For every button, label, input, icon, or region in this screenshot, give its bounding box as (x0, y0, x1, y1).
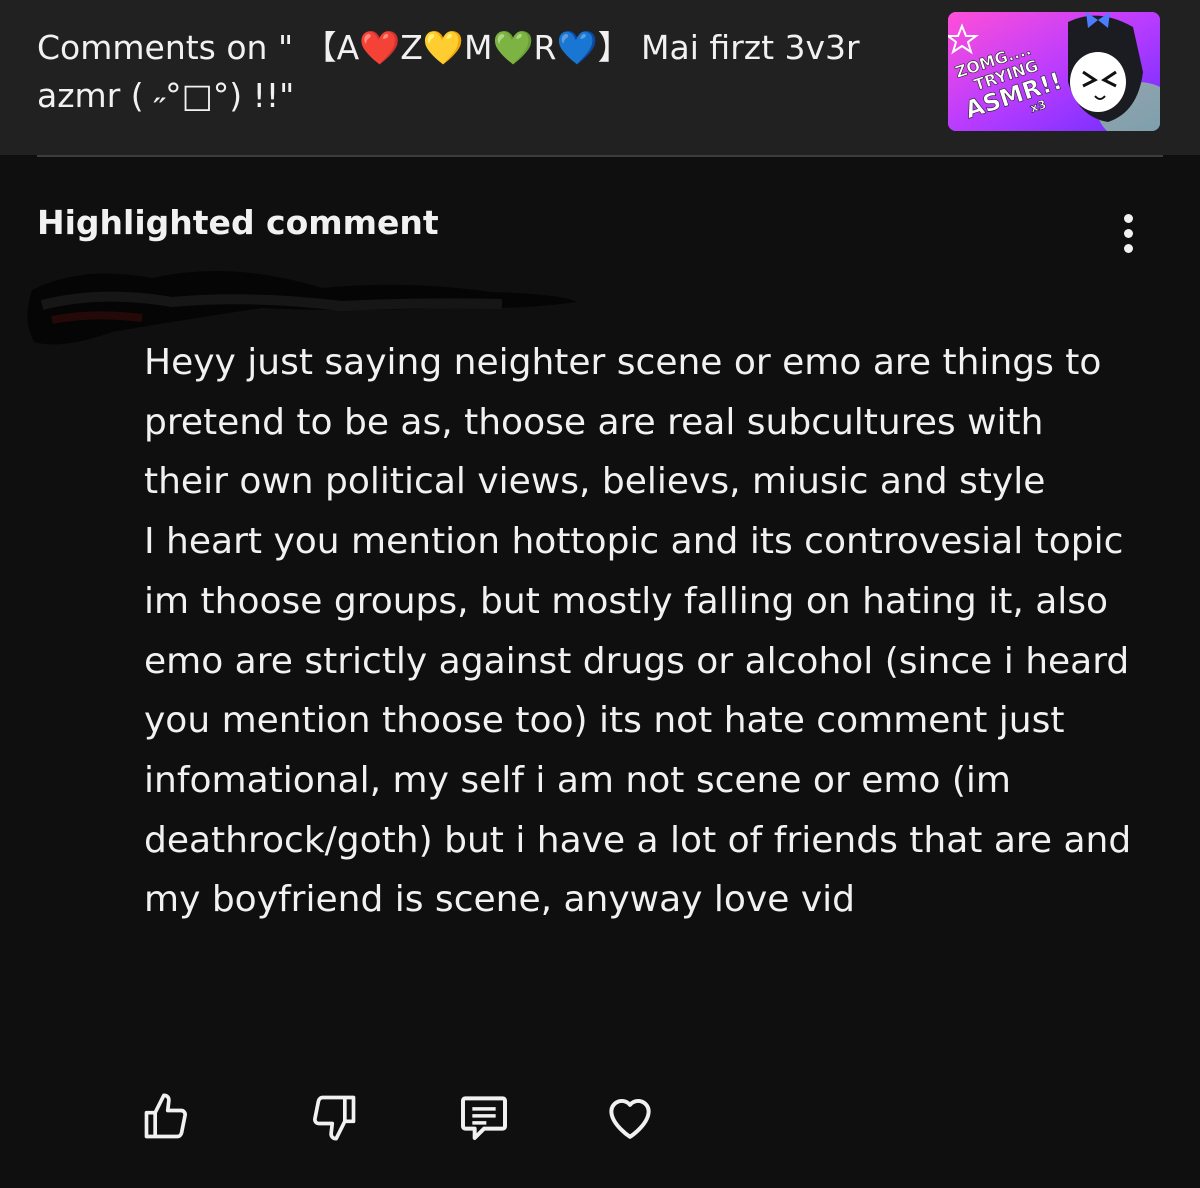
like-button[interactable] (136, 1085, 196, 1149)
thumbs-down-icon (313, 1095, 356, 1141)
comment-text: Heyy just saying neighter scene or emo a… (144, 342, 1132, 921)
comment-icon (461, 1096, 507, 1140)
highlighted-comment-heading: Highlighted comment (37, 203, 439, 242)
thumbnail-art: ZOMG.... TRYING ASMR!! x3 (948, 12, 1160, 131)
reply-button[interactable] (454, 1085, 514, 1149)
thumbs-up-icon (144, 1093, 187, 1139)
more-dot (1123, 213, 1133, 223)
more-options-icon[interactable] (1108, 208, 1148, 258)
more-dot (1123, 228, 1133, 238)
heart-button[interactable] (600, 1085, 660, 1149)
comments-title: Comments on " 【A❤️Z💛M💚R💙】 Mai firzt 3v3r… (37, 28, 860, 115)
comments-header: Comments on " 【A❤️Z💛M💚R💙】 Mai firzt 3v3r… (0, 0, 1200, 155)
video-thumbnail[interactable]: ZOMG.... TRYING ASMR!! x3 (948, 12, 1160, 131)
more-dot (1123, 243, 1133, 253)
comment-actions (0, 1085, 1200, 1155)
header-divider (37, 155, 1163, 157)
heart-icon (609, 1099, 651, 1139)
dislike-button[interactable] (304, 1085, 364, 1149)
